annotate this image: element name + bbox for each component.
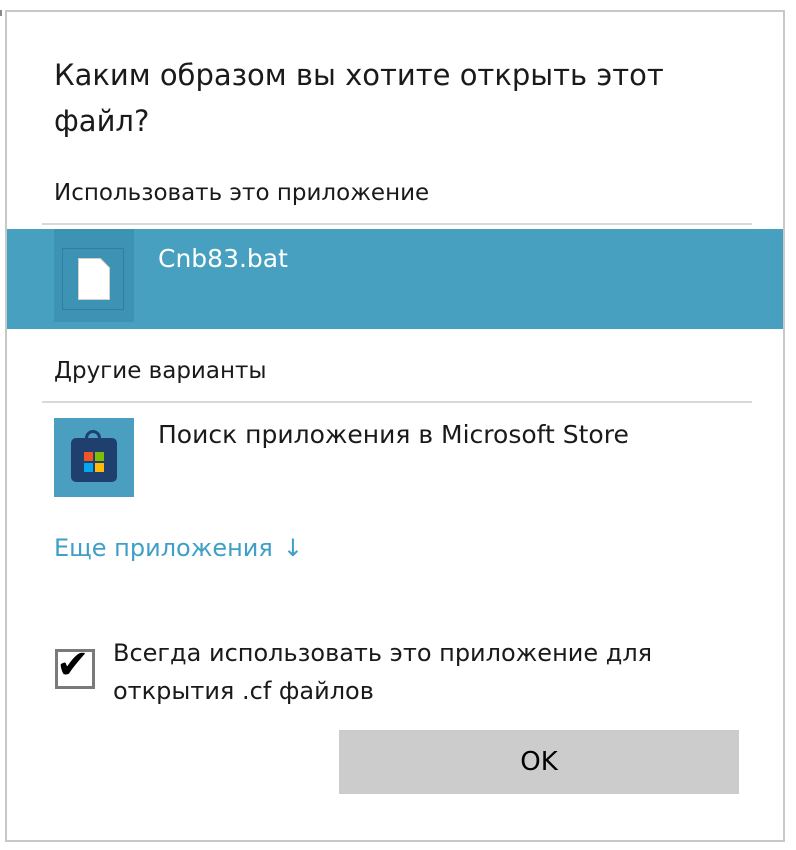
more-apps-label: Еще приложения (54, 534, 273, 562)
always-use-label[interactable]: Всегда использовать это приложение для о… (113, 634, 713, 710)
window-edge-mark (0, 10, 2, 16)
app-tile (54, 229, 134, 322)
app-option-selected[interactable]: Cnb83.bat (7, 229, 783, 329)
microsoft-store-icon (71, 430, 117, 482)
more-apps-link[interactable]: Еще приложения ↓ (54, 532, 303, 564)
section-header-use-this-app: Использовать это приложение (54, 180, 430, 206)
always-use-checkbox[interactable]: ✔ (55, 645, 95, 689)
dialog-title: Каким образом вы хотите открыть этот фай… (54, 58, 664, 138)
app-option-microsoft-store[interactable]: Поиск приложения в Microsoft Store (7, 410, 783, 504)
app-tile (54, 418, 134, 497)
file-icon (62, 248, 124, 310)
app-option-label: Cnb83.bat (158, 244, 288, 273)
ok-button[interactable]: OK (339, 730, 739, 794)
open-with-dialog: Каким образом вы хотите открыть этот фай… (5, 10, 785, 842)
checkmark-icon: ✔ (56, 642, 90, 688)
section-header-other-options: Другие варианты (54, 358, 267, 384)
arrow-down-icon: ↓ (282, 534, 303, 562)
app-option-label: Поиск приложения в Microsoft Store (158, 420, 629, 449)
divider (42, 223, 752, 225)
divider (42, 401, 752, 403)
